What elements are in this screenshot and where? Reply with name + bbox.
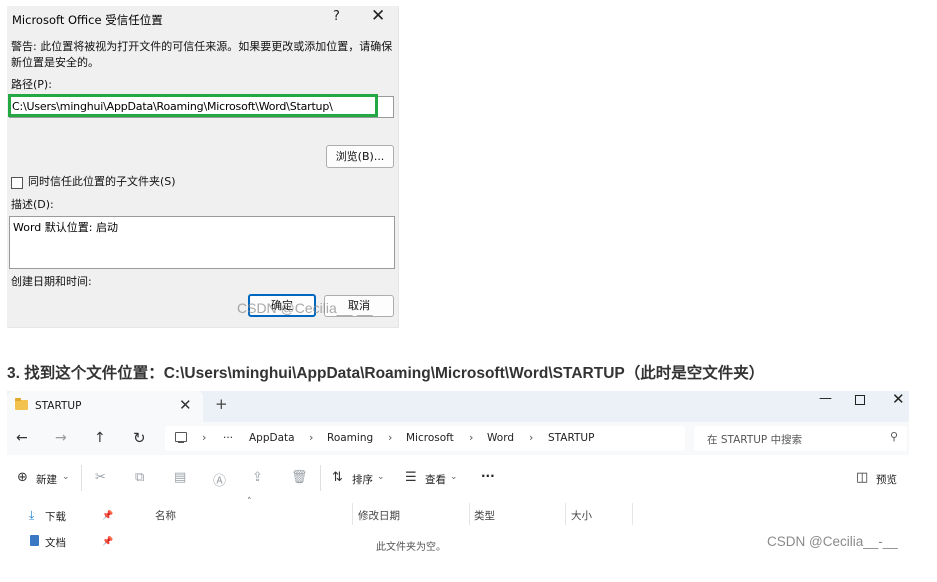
breadcrumb-appdata[interactable]: AppData [249, 432, 295, 444]
sidebar-item-documents[interactable]: 文档 [45, 535, 66, 550]
tab-startup[interactable]: STARTUP ✕ [7, 391, 203, 422]
file-explorer-window: STARTUP ✕ + — ✕ ← → ↑ ↻ › ··· AppData › … [7, 391, 909, 559]
download-icon: ⤓ [29, 508, 35, 522]
back-icon[interactable]: ← [16, 430, 28, 446]
breadcrumb-separator: › [529, 431, 534, 444]
preview-pane-icon[interactable]: ◫ [856, 470, 868, 485]
sort-icon[interactable]: ⇅ [332, 470, 343, 485]
breadcrumb-more[interactable]: ··· [223, 432, 233, 444]
delete-icon[interactable]: 🗑 [291, 470, 308, 485]
warning-text: 警告: 此位置将被视为打开文件的可信任来源。如果要更改或添加位置，请确保新位置是… [11, 40, 393, 69]
pin-icon: 📌 [102, 537, 114, 547]
column-divider[interactable] [632, 503, 633, 525]
column-divider[interactable] [565, 503, 566, 525]
preview-button[interactable]: 预览 [876, 472, 897, 487]
paste-icon[interactable]: ▤ [174, 470, 186, 485]
view-icon[interactable]: ☰ [405, 470, 417, 485]
toolbar-divider [81, 465, 82, 491]
chevron-down-icon[interactable]: ⌄ [62, 472, 70, 482]
trusted-location-dialog: Microsoft Office 受信任位置 ? ✕ 警告: 此位置将被视为打开… [7, 6, 399, 328]
tab-close-icon[interactable]: ✕ [179, 396, 192, 414]
copy-icon[interactable]: ⧉ [135, 470, 144, 485]
subfolders-checkbox[interactable] [11, 177, 23, 189]
up-icon[interactable]: ↑ [94, 430, 106, 446]
sort-chevron-icon: ˄ [247, 497, 252, 507]
view-button[interactable]: 查看 [425, 472, 446, 487]
new-plus-icon[interactable]: ⊕ [17, 470, 28, 485]
tab-label: STARTUP [35, 400, 82, 412]
path-label: 路径(P): [11, 78, 52, 91]
chevron-down-icon[interactable]: ⌄ [377, 472, 385, 482]
this-pc-icon[interactable] [175, 432, 187, 443]
cut-icon[interactable]: ✂ [95, 470, 106, 485]
navigation-bar: ← → ↑ ↻ › ··· AppData › Roaming › Micros… [7, 422, 909, 455]
chevron-down-icon[interactable]: ⌄ [450, 472, 458, 482]
toolbar-divider [320, 465, 321, 491]
folder-icon [15, 398, 28, 410]
column-divider[interactable] [469, 503, 470, 525]
column-divider[interactable] [352, 503, 353, 525]
description-value[interactable]: Word 默认位置: 启动 [13, 219, 118, 235]
tab-bar: STARTUP ✕ + — ✕ [7, 391, 909, 422]
breadcrumb-separator: › [309, 431, 314, 444]
path-highlight-box [8, 94, 378, 117]
watermark: CSDN @Cecilia__-__ [237, 300, 373, 316]
watermark: CSDN @Cecilia__-__ [767, 534, 898, 549]
content-area [7, 503, 909, 559]
close-icon[interactable]: ✕ [371, 6, 385, 26]
column-type[interactable]: 类型 [474, 508, 495, 523]
more-options-icon[interactable]: ··· [481, 469, 495, 483]
pin-icon: 📌 [102, 511, 114, 521]
command-bar: ⊕ 新建 ⌄ ✂ ⧉ ▤ Ⓐ ⇪ 🗑 ⇅ 排序 ⌄ ☰ 查看 ⌄ ··· ◫ 预… [7, 455, 909, 504]
search-placeholder[interactable]: 在 STARTUP 中搜索 [707, 432, 802, 447]
new-tab-icon[interactable]: + [215, 395, 228, 413]
forward-icon[interactable]: → [55, 430, 67, 446]
sidebar-item-downloads[interactable]: 下载 [45, 509, 66, 524]
empty-folder-message: 此文件夹为空。 [376, 542, 446, 553]
column-name[interactable]: 名称 [155, 508, 176, 523]
description-label: 描述(D): [11, 198, 54, 211]
breadcrumb-startup[interactable]: STARTUP [548, 432, 594, 444]
breadcrumb-separator: › [202, 431, 207, 444]
step-heading: 3. 找到这个文件位置：C:\Users\minghui\AppData\Roa… [7, 365, 765, 382]
breadcrumb-microsoft[interactable]: Microsoft [406, 432, 454, 444]
refresh-icon[interactable]: ↻ [133, 429, 146, 447]
help-icon[interactable]: ? [333, 9, 340, 24]
breadcrumb-separator: › [469, 431, 474, 444]
sort-button[interactable]: 排序 [352, 472, 373, 487]
column-size[interactable]: 大小 [571, 508, 592, 523]
window-close-icon[interactable]: ✕ [892, 391, 905, 408]
breadcrumb-separator: › [388, 431, 393, 444]
rename-icon[interactable]: Ⓐ [213, 470, 226, 489]
share-icon[interactable]: ⇪ [252, 470, 263, 485]
maximize-icon[interactable] [855, 395, 865, 405]
subfolders-label[interactable]: 同时信任此位置的子文件夹(S) [28, 174, 176, 190]
breadcrumb-roaming[interactable]: Roaming [327, 432, 373, 444]
dialog-title: Microsoft Office 受信任位置 [12, 13, 163, 27]
column-modified[interactable]: 修改日期 [358, 508, 400, 523]
breadcrumb-word[interactable]: Word [487, 432, 514, 444]
browse-button[interactable]: 浏览(B)... [326, 145, 394, 168]
minimize-icon[interactable]: — [819, 391, 832, 406]
created-label: 创建日期和时间: [11, 275, 92, 288]
new-button[interactable]: 新建 [36, 472, 57, 487]
documents-icon [30, 535, 39, 546]
search-icon[interactable]: ⚲ [890, 430, 898, 443]
